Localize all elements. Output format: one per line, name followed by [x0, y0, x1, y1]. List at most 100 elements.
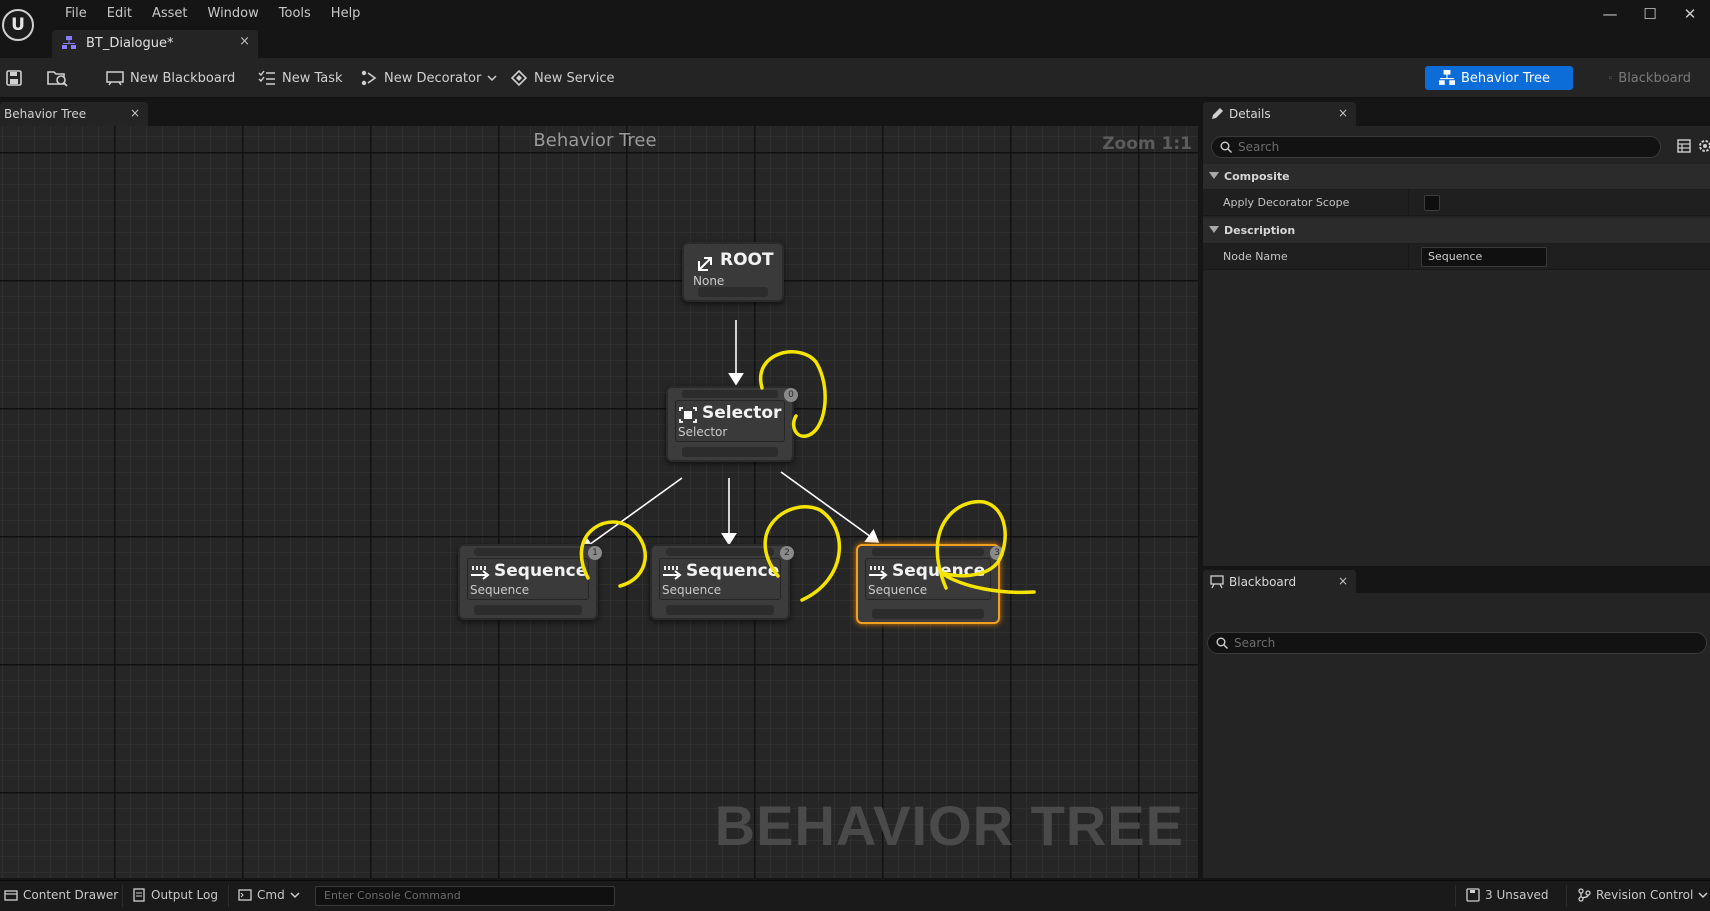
- sequence-1-output-pin[interactable]: [474, 605, 582, 615]
- search-icon: [1216, 637, 1228, 649]
- root-node[interactable]: ROOT None: [682, 242, 784, 302]
- menu-edit[interactable]: Edit: [97, 6, 142, 21]
- details-panel: Search Composite Apply Decorator Scope D…: [1203, 126, 1710, 566]
- new-decorator-button[interactable]: New Decorator: [360, 66, 497, 90]
- sequence-2-input-pin[interactable]: [666, 548, 774, 556]
- menu-asset[interactable]: Asset: [142, 6, 198, 21]
- sequence-3-subtitle: Sequence: [868, 583, 928, 597]
- unreal-logo-icon[interactable]: U: [2, 9, 34, 41]
- apply-decorator-scope-checkbox[interactable]: [1424, 195, 1440, 211]
- behavior-tree-graph[interactable]: Behavior Tree Zoom 1:1 BEHAVIOR TREE ROO…: [0, 126, 1198, 878]
- sequence-3-output-pin[interactable]: [872, 609, 984, 619]
- details-close-icon[interactable]: ×: [1338, 106, 1348, 120]
- sequence-2-output-pin[interactable]: [666, 605, 774, 615]
- menu-window[interactable]: Window: [198, 6, 269, 21]
- console-icon: [238, 889, 252, 901]
- sequence-3-body: Sequence Sequence: [865, 558, 991, 600]
- blackboard-close-icon[interactable]: ×: [1338, 574, 1348, 588]
- details-search-input[interactable]: Search: [1211, 136, 1661, 158]
- chevron-down-icon: [487, 75, 497, 82]
- sequence-node-1[interactable]: Sequence Sequence 1: [458, 544, 602, 620]
- sequence-3-title: Sequence: [892, 561, 986, 581]
- sequence-node-3[interactable]: Sequence Sequence 3: [856, 544, 1004, 624]
- revision-control-button[interactable]: Revision Control: [1577, 888, 1708, 902]
- connections: [580, 320, 880, 551]
- new-task-label: New Task: [282, 70, 343, 86]
- console-command-input[interactable]: Enter Console Command: [315, 886, 615, 906]
- description-section-header[interactable]: Description: [1203, 218, 1710, 244]
- new-decorator-label: New Decorator: [384, 70, 482, 86]
- graph-title: Behavior Tree: [533, 130, 657, 151]
- output-log-button[interactable]: Output Log: [132, 888, 218, 902]
- node-name-label: Node Name: [1223, 250, 1288, 263]
- sequence-2-body: Sequence Sequence: [659, 558, 781, 600]
- sequence-1-subtitle: Sequence: [470, 583, 530, 597]
- unsaved-button[interactable]: 3 Unsaved: [1466, 888, 1549, 902]
- blackboard-search-input[interactable]: Search: [1207, 632, 1707, 654]
- new-service-button[interactable]: New Service: [510, 66, 615, 90]
- menu-tools[interactable]: Tools: [269, 6, 321, 21]
- root-output-pin[interactable]: [698, 287, 768, 297]
- description-section-label: Description: [1224, 224, 1296, 237]
- cmd-dropdown[interactable]: Cmd: [238, 888, 300, 902]
- content-drawer-button[interactable]: Content Drawer: [4, 888, 118, 902]
- menu-help[interactable]: Help: [321, 6, 371, 21]
- connection-selector-seq3: [780, 471, 880, 543]
- sequence-3-input-pin[interactable]: [872, 548, 984, 556]
- node-name-field[interactable]: Sequence: [1421, 247, 1547, 267]
- sequence-1-title: Sequence: [494, 561, 588, 581]
- apply-decorator-scope-label: Apply Decorator Scope: [1223, 196, 1350, 209]
- browse-asset-icon[interactable]: [47, 68, 69, 88]
- selector-input-pin[interactable]: [682, 390, 778, 398]
- property-divider[interactable]: [1408, 244, 1409, 270]
- search-icon: [1220, 141, 1232, 153]
- graph-watermark: BEHAVIOR TREE: [714, 794, 1184, 857]
- behavior-tree-mode-button[interactable]: Behavior Tree: [1425, 66, 1573, 90]
- window-controls: — ☐ ✕: [1590, 0, 1710, 28]
- graph-panel-tab[interactable]: Behavior Tree ×: [0, 102, 148, 126]
- sequence-1-input-pin[interactable]: [474, 548, 582, 556]
- toolbar: New Blackboard New Task New Decorator Ne…: [0, 58, 1710, 98]
- graph-panel-close-icon[interactable]: ×: [130, 106, 140, 120]
- section-collapse-arrow-icon: [1209, 172, 1219, 179]
- selector-output-pin[interactable]: [682, 447, 778, 457]
- table-view-icon[interactable]: [1677, 139, 1691, 153]
- document-tab[interactable]: BT_Dialogue* ×: [52, 30, 258, 58]
- selector-order-badge: 0: [784, 388, 798, 402]
- document-tab-close-icon[interactable]: ×: [239, 34, 250, 49]
- sequence-icon: [471, 566, 490, 580]
- blackboard-icon: [1609, 76, 1613, 80]
- sequence-icon: [869, 566, 888, 580]
- close-window-button[interactable]: ✕: [1670, 0, 1710, 28]
- root-node-subtitle: None: [693, 274, 725, 288]
- status-separator: [228, 885, 229, 907]
- annotation-marks: [579, 350, 1036, 602]
- node-name-row: Node Name Sequence: [1203, 244, 1710, 270]
- zoom-level: Zoom 1:1: [1102, 134, 1192, 154]
- selector-node-body: Selector Selector: [675, 400, 785, 442]
- property-divider[interactable]: [1408, 190, 1409, 216]
- status-separator: [1455, 885, 1456, 907]
- details-search-placeholder: Search: [1238, 140, 1280, 154]
- maximize-button[interactable]: ☐: [1630, 0, 1670, 28]
- composite-section-header[interactable]: Composite: [1203, 164, 1710, 190]
- new-blackboard-button[interactable]: New Blackboard: [106, 66, 235, 90]
- blackboard-tab[interactable]: Blackboard ×: [1203, 570, 1356, 594]
- selector-node[interactable]: Selector Selector 0: [666, 386, 798, 462]
- new-task-button[interactable]: New Task: [258, 66, 343, 90]
- revision-control-icon: [1578, 888, 1591, 902]
- blackboard-mode-button[interactable]: Blackboard: [1595, 66, 1705, 90]
- minimize-button[interactable]: —: [1590, 0, 1630, 28]
- connection-selector-seq1: [580, 477, 683, 551]
- unsaved-icon: [1466, 888, 1480, 902]
- settings-gear-icon[interactable]: [1697, 138, 1710, 154]
- save-icon[interactable]: [6, 70, 22, 86]
- new-service-label: New Service: [534, 70, 615, 86]
- details-tab[interactable]: Details ×: [1203, 102, 1356, 126]
- section-collapse-arrow-icon: [1209, 226, 1219, 233]
- menu-file[interactable]: File: [55, 6, 97, 21]
- output-log-icon: [133, 888, 145, 902]
- content-drawer-icon: [4, 890, 18, 901]
- sequence-node-2[interactable]: Sequence Sequence 2: [650, 544, 794, 620]
- menu-bar: U File Edit Asset Window Tools Help — ☐ …: [0, 0, 1710, 41]
